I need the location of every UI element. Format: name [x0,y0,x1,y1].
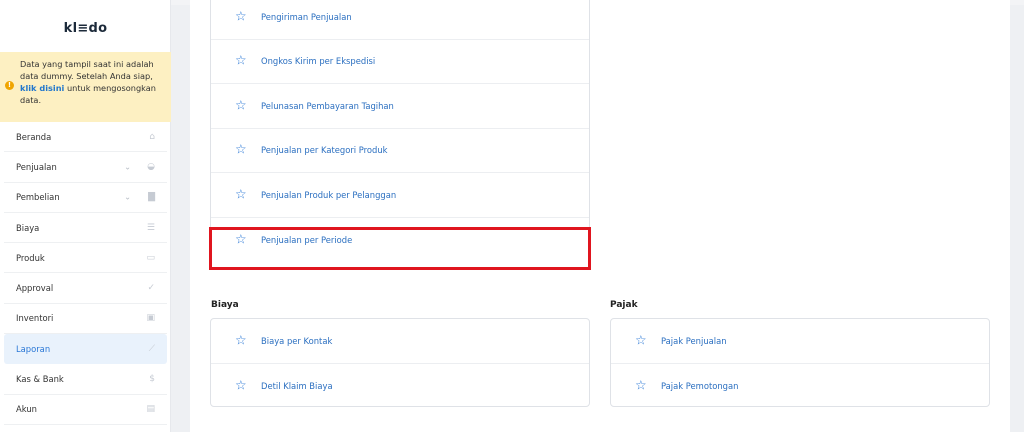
sidebar-item-label: Beranda [16,131,52,142]
report-link-penjualan-pelanggan[interactable]: ☆ Penjualan Produk per Pelanggan [211,173,589,218]
reports-main: ☆ Pengiriman Penjualan ☆ Ongkos Kirim pe… [190,0,1010,432]
sidebar-item-label: Biaya [16,222,40,233]
chart-icon: ⟋ [148,343,155,354]
sidebar-item-label: Akun [16,404,37,415]
report-link-label: Pajak Penjualan [661,335,727,346]
bag-icon: ▇ [148,192,155,203]
sidebar-item-penjualan[interactable]: Penjualan ⌄ ◒ [4,152,167,183]
report-link-pengiriman-penjualan[interactable]: ☆ Pengiriman Penjualan [211,0,589,40]
sidebar-item-label: Penjualan [16,161,57,172]
report-link-label: Pelunasan Pembayaran Tagihan [261,100,394,111]
list-icon: ☰ [146,222,155,233]
star-icon[interactable]: ☆ [235,99,247,112]
star-icon[interactable]: ☆ [235,188,247,201]
sidebar-item-label: Produk [16,252,45,263]
report-link-label: Pajak Pemotongan [661,380,739,391]
box-icon: ▭ [146,252,155,263]
report-link-penjualan-kategori[interactable]: ☆ Penjualan per Kategori Produk [211,129,589,173]
dollar-icon: $ [149,374,155,385]
pajak-reports-card: ☆ Pajak Penjualan ☆ Pajak Pemotongan [610,318,990,407]
report-link-label: Penjualan per Kategori Produk [261,145,388,156]
sidebar-item-label: Pembelian [16,192,60,203]
check-icon: ✓ [147,283,155,294]
biaya-reports-card: ☆ Biaya per Kontak ☆ Detil Klaim Biaya [210,318,590,407]
report-link-penjualan-periode[interactable]: ☆ Penjualan per Periode [211,218,589,263]
report-link-label: Pengiriman Penjualan [261,11,352,22]
sidebar-item-kas-bank[interactable]: Kas & Bank $ [4,364,167,395]
section-title-biaya: Biaya [211,300,239,310]
star-icon[interactable]: ☆ [635,379,647,392]
sidebar-item-label: Kas & Bank [16,374,64,385]
sidebar-item-approval[interactable]: Approval ✓ [4,273,167,304]
report-link-detil-klaim[interactable]: ☆ Detil Klaim Biaya [211,364,589,409]
card-icon: ▤ [146,404,155,415]
dummy-data-notice: ! Data yang tampil saat ini adalah data … [0,52,171,122]
notice-text-before: Data yang tampil saat ini adalah data du… [20,59,154,81]
sidebar-item-beranda[interactable]: Beranda ⌂ [4,122,167,153]
sidebar-item-label: Approval [16,283,54,294]
briefcase-icon: ▣ [146,313,155,324]
report-link-label: Ongkos Kirim per Ekspedisi [261,56,376,67]
app-logo[interactable]: kl≡do [0,21,171,36]
report-link-label: Biaya per Kontak [261,335,333,346]
sidebar-item-laporan[interactable]: Laporan ⟋ [4,334,167,365]
sidebar-item-label: Inventori [16,313,54,324]
sidebar: kl≡do ! Data yang tampil saat ini adalah… [0,0,171,432]
clear-data-link[interactable]: klik disini [20,83,64,93]
star-icon[interactable]: ☆ [235,144,247,157]
report-link-pelunasan-pembayaran[interactable]: ☆ Pelunasan Pembayaran Tagihan [211,84,589,129]
report-link-label: Penjualan Produk per Pelanggan [261,189,397,200]
star-icon[interactable]: ☆ [635,334,647,347]
star-icon[interactable]: ☆ [235,334,247,347]
report-link-ongkos-kirim[interactable]: ☆ Ongkos Kirim per Ekspedisi [211,40,589,84]
star-icon[interactable]: ☆ [235,10,247,23]
warning-icon: ! [5,81,14,90]
sidebar-item-pembelian[interactable]: Pembelian ⌄ ▇ [4,183,167,213]
sidebar-item-label: Laporan [16,343,51,354]
chevron-down-icon: ⌄ [124,192,131,202]
star-icon[interactable]: ☆ [235,55,247,68]
report-link-pajak-penjualan[interactable]: ☆ Pajak Penjualan [611,319,989,364]
report-link-label: Detil Klaim Biaya [261,380,333,391]
sidebar-item-inventori[interactable]: Inventori ▣ [4,304,167,335]
star-icon[interactable]: ☆ [235,379,247,392]
report-link-label: Penjualan per Periode [261,234,353,245]
section-title-pajak: Pajak [610,300,638,310]
penjualan-reports-card: ☆ Pengiriman Penjualan ☆ Ongkos Kirim pe… [210,0,590,270]
report-link-pajak-pemotongan[interactable]: ☆ Pajak Pemotongan [611,364,989,409]
chevron-down-icon: ⌄ [124,162,131,172]
sidebar-nav: Beranda ⌂ Penjualan ⌄ ◒ Pembelian ⌄ ▇ Bi… [0,122,171,425]
star-icon[interactable]: ☆ [235,233,247,246]
sidebar-item-biaya[interactable]: Biaya ☰ [4,213,167,244]
sidebar-item-akun[interactable]: Akun ▤ [4,395,167,425]
home-icon: ⌂ [149,131,155,142]
basket-icon: ◒ [147,161,155,172]
report-link-biaya-kontak[interactable]: ☆ Biaya per Kontak [211,319,589,364]
sidebar-item-produk[interactable]: Produk ▭ [4,243,167,274]
